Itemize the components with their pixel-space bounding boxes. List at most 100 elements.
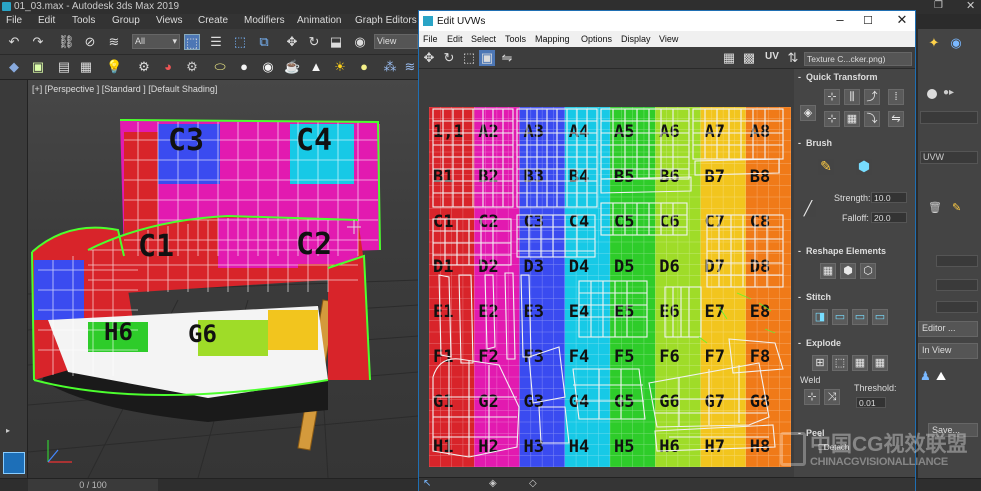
particle-icon[interactable]: ⁂	[382, 59, 398, 75]
move-icon[interactable]: ✥	[284, 34, 300, 50]
perspective-viewport[interactable]: C3 C4 C1 C2 H6 G6 [+] [Perspective ] [St…	[28, 80, 418, 478]
select-object-icon[interactable]: ⬚	[184, 34, 200, 50]
straighten-icon[interactable]: ▦	[820, 263, 836, 279]
redo-icon[interactable]: ↷	[30, 34, 46, 50]
stitch-header[interactable]: Stitch	[796, 291, 913, 304]
uvw-menu-display[interactable]: Display	[621, 34, 651, 44]
cone-primitive-icon[interactable]: ▲	[308, 59, 324, 75]
texture-dropdown[interactable]: Texture C...cker.png)	[804, 52, 912, 66]
scene-explorer-icon[interactable]: ▦	[78, 59, 94, 75]
space-warp-icon[interactable]: ≋	[402, 59, 418, 75]
unlink-icon[interactable]: ⊘	[82, 34, 98, 50]
threshold-spinner[interactable]: 0.01	[856, 397, 886, 408]
teapot-icon[interactable]: ☕	[284, 59, 300, 75]
undo-icon[interactable]: ↶	[6, 34, 22, 50]
uvw-rotate-icon[interactable]: ↻	[441, 50, 457, 66]
rotate-minus-90-icon[interactable]: ⤵	[864, 111, 880, 127]
checker-toggle-icon[interactable]: ▦	[721, 50, 737, 66]
sun-light-icon[interactable]: ☀	[332, 59, 348, 75]
space-vertical-icon[interactable]: ▦	[844, 111, 860, 127]
snapshot-icon[interactable]: ▣	[30, 59, 46, 75]
flip-icon[interactable]: ⇋	[888, 111, 904, 127]
param-field-2[interactable]	[936, 279, 978, 291]
time-slider[interactable]: 0 / 100	[28, 479, 158, 491]
maximize-icon[interactable]: ☐	[859, 14, 877, 27]
uvw-menu-select[interactable]: Select	[471, 34, 496, 44]
uvw-vertex-icon[interactable]: ◈	[489, 478, 497, 489]
uvw-mirror-icon[interactable]: ⇋	[499, 50, 515, 66]
menu-modifiers[interactable]: Modifiers	[244, 15, 285, 26]
uvw-menu-view[interactable]: View	[659, 34, 678, 44]
rectangular-selection-icon[interactable]: ⬚	[232, 34, 248, 50]
light-icon[interactable]: 💡	[106, 59, 122, 75]
menu-group[interactable]: Group	[112, 15, 140, 26]
weld-target-icon[interactable]: ⤨	[824, 389, 840, 405]
stitch-target-icon[interactable]: ▭	[872, 309, 888, 325]
quick-transform-header[interactable]: Quick Transform	[796, 71, 913, 84]
box-primitive-icon[interactable]: ⬭	[212, 59, 228, 75]
menu-edit[interactable]: Edit	[38, 15, 55, 26]
uvw-menu-options[interactable]: Options	[581, 34, 612, 44]
select-by-name-icon[interactable]: ☰	[208, 34, 224, 50]
bind-space-warp-icon[interactable]: ≋	[106, 34, 122, 50]
uvw-menu-edit[interactable]: Edit	[447, 34, 463, 44]
configure-modifier-icon[interactable]: ✎	[952, 201, 961, 214]
cursor-icon[interactable]: ◆	[6, 59, 22, 75]
brush-size-icon[interactable]: ╱	[800, 201, 816, 217]
scale-uniform-icon[interactable]: ⊹	[824, 111, 840, 127]
rotate-90-icon[interactable]: ⤴	[864, 89, 880, 105]
uvw-move-icon[interactable]: ✥	[421, 50, 437, 66]
param-field-3[interactable]	[936, 301, 978, 313]
detach-icon[interactable]: ⬚	[832, 355, 848, 371]
menu-animation[interactable]: Animation	[297, 15, 341, 26]
space-horizontal-icon[interactable]: ⫼	[844, 89, 860, 105]
cylinder-primitive-icon[interactable]: ◉	[260, 59, 276, 75]
brush-header[interactable]: Brush	[796, 137, 913, 150]
uvw-select-mode-icon[interactable]: ↖	[423, 478, 431, 489]
close-window-icon[interactable]: ✕	[966, 0, 975, 12]
modifier-stack-item[interactable]: UVW	[920, 151, 978, 164]
weld-selected-icon[interactable]: ⊹	[804, 389, 820, 405]
menu-graph-editors[interactable]: Graph Editors	[355, 15, 417, 26]
quick-planar-icon[interactable]: ♟	[920, 369, 931, 383]
map-icon[interactable]: ⛰	[936, 369, 946, 384]
placement-icon[interactable]: ◉	[352, 34, 368, 50]
uvw-menu-tools[interactable]: Tools	[505, 34, 526, 44]
layer-icon[interactable]: ▤	[56, 59, 72, 75]
menu-views[interactable]: Views	[156, 15, 183, 26]
uvw-menu-file[interactable]: File	[423, 34, 438, 44]
viewport-label[interactable]: [+] [Perspective ] [Standard ] [Default …	[32, 84, 217, 94]
close-uvw-icon[interactable]: ✕	[893, 12, 911, 28]
flatten-icon[interactable]: ▦	[852, 355, 868, 371]
material-editor-icon[interactable]: ◕	[160, 59, 176, 75]
relax-settings-icon[interactable]: ⬡	[860, 263, 876, 279]
scale-icon[interactable]: ⬓	[328, 34, 344, 50]
stitch-average-icon[interactable]: ▭	[852, 309, 868, 325]
selection-filter-dropdown[interactable]: All	[132, 34, 180, 49]
open-uv-editor-button[interactable]: Editor ...	[918, 321, 978, 337]
paint-move-icon[interactable]: ✎	[818, 159, 834, 175]
align-horizontal-icon[interactable]: ⊹	[824, 89, 840, 105]
minimize-icon[interactable]: –	[831, 12, 849, 27]
expand-arrow-icon[interactable]: ▸	[6, 426, 10, 435]
param-field-1[interactable]	[936, 255, 978, 267]
sphere-primitive-icon[interactable]: ●	[236, 59, 252, 75]
rotate-icon[interactable]: ↻	[306, 34, 322, 50]
pin-stack-icon[interactable]	[927, 89, 937, 99]
restore-window-icon[interactable]: ❐	[934, 0, 943, 11]
window-crossing-icon[interactable]: ⧉	[256, 34, 272, 50]
menu-file[interactable]: File	[6, 15, 22, 26]
falloff-spinner[interactable]: 20.0	[871, 212, 907, 223]
create-panel-icon[interactable]: ✦	[926, 35, 942, 51]
render-setup-icon[interactable]: ⚙	[184, 59, 200, 75]
menu-tools[interactable]: Tools	[72, 15, 95, 26]
stitch-source-icon[interactable]: ▭	[832, 309, 848, 325]
strength-spinner[interactable]: 10.0	[871, 192, 907, 203]
relax-brush-icon[interactable]: ⬢	[856, 159, 872, 175]
stack-toggle-icon[interactable]: ●▸	[943, 87, 954, 98]
modifier-list-field[interactable]	[920, 111, 978, 124]
explode-header[interactable]: Explode	[796, 337, 913, 350]
uvw-scale-icon[interactable]: ⬚	[461, 50, 477, 66]
align-vertical-icon[interactable]: ⁞	[888, 89, 904, 105]
uv-swap-icon[interactable]: ⇅	[785, 50, 801, 66]
